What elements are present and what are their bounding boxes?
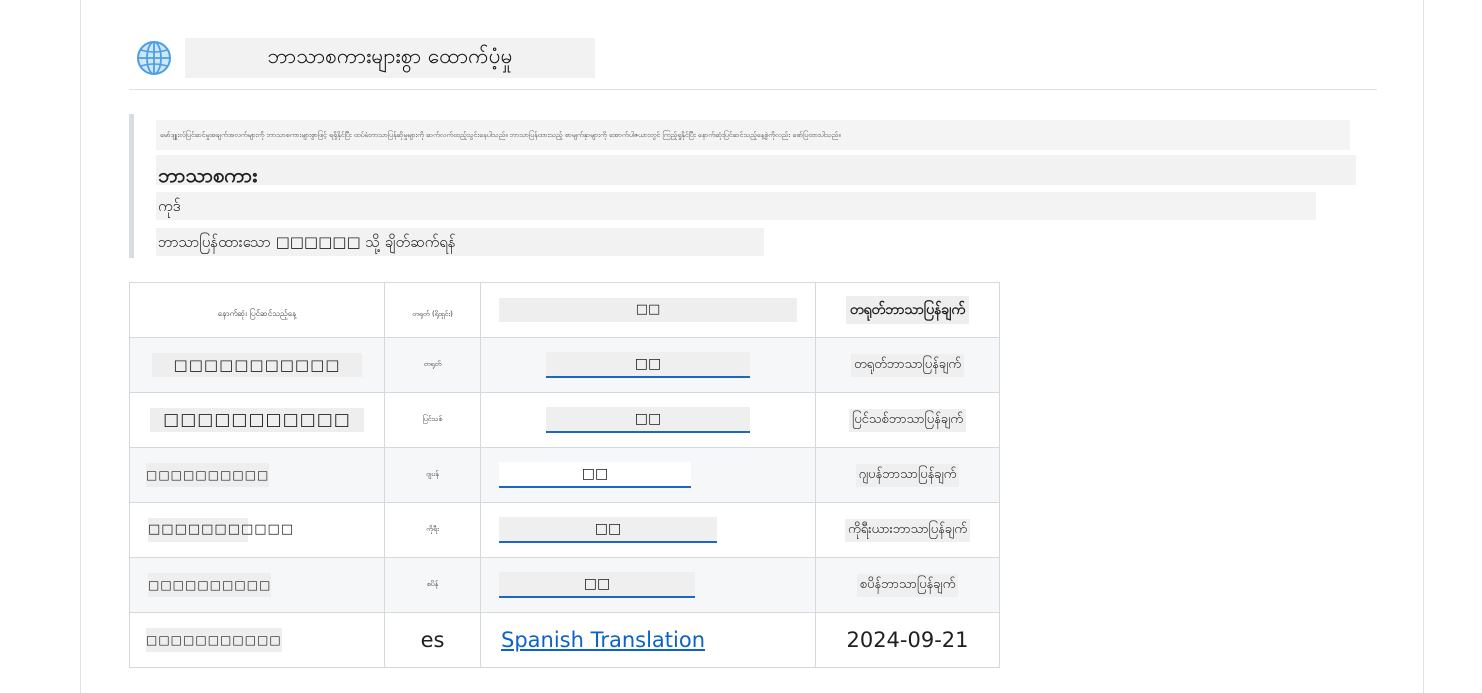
row-date: တရုတ်ဘာသာပြန်ချက် bbox=[851, 353, 964, 377]
row-language-name: □□□□□□□□□□□ bbox=[152, 353, 362, 377]
table-row: □□□□□□□□□□ စပိန် □□ စပိန်ဘာသာပြန်ချက် bbox=[129, 557, 1000, 613]
globe-icon bbox=[135, 39, 173, 77]
table-row: □□□□□□□□□□□ ကိုရီး □□ ကိုရီးယားဘာသာပြန်ခ… bbox=[129, 502, 1000, 558]
document-page: ဘာသာစကားများစွာ ထောက်ပံ့မှု မော်ဒျူးလ်ပြ… bbox=[80, 0, 1424, 693]
section-heading: ဘာသာစကားများစွာ ထောက်ပံ့မှု bbox=[135, 38, 595, 78]
info-note: မော်ဒျူးလ်ပြင်ဆင်မှုအချက်အလက်များကို ဘာသ… bbox=[129, 114, 1384, 258]
table-header-row: နောက်ဆုံး ပြင်ဆင်သည့်နေ့ တရုတ် (ရိုးရှင်… bbox=[129, 282, 1000, 338]
row-date: ပြင်သစ်ဘာသာပြန်ချက် bbox=[849, 408, 966, 432]
row-code: တရုတ် bbox=[423, 360, 442, 368]
row-date: စပိန်ဘာသာပြန်ချက် bbox=[856, 573, 959, 597]
note-language-label: ဘာသာစကား bbox=[156, 155, 1356, 187]
header-col-2: တရုတ် (ရိုးရှင်း) bbox=[412, 309, 453, 318]
row-translation-link[interactable]: □□ bbox=[499, 572, 695, 598]
note-intro-text: မော်ဒျူးလ်ပြင်ဆင်မှုအချက်အလက်များကို ဘာသ… bbox=[156, 120, 1350, 150]
row-language-name: □□□□□□□□□□□ bbox=[148, 518, 293, 542]
table-row: □□□□□□□□□□□ es Spanish Translation 2024-… bbox=[129, 612, 1000, 668]
row-translation-link[interactable]: □□ bbox=[546, 407, 750, 433]
row-date: 2024-09-21 bbox=[846, 628, 969, 652]
row-code: es bbox=[420, 628, 445, 652]
row-language-name: □□□□□□□□□□ bbox=[146, 463, 270, 487]
note-link-label: ဘာသာပြန်ထားသော □□□□□□ သို့ ချိတ်ဆက်ရန် bbox=[156, 228, 764, 256]
row-translation-link[interactable]: Spanish Translation bbox=[501, 628, 705, 652]
row-code: ကိုရီး bbox=[426, 525, 439, 533]
row-language-name: □□□□□□□□□□ bbox=[148, 573, 272, 597]
header-col-4: တရုတ်ဘာသာပြန်ချက် bbox=[845, 296, 970, 324]
row-date: ဂျပန်ဘာသာပြန်ချက် bbox=[855, 463, 960, 487]
header-col-3: □□ bbox=[499, 298, 797, 322]
table-row: □□□□□□□□□□□ ပြင်သစ် □□ ပြင်သစ်ဘာသာပြန်ချ… bbox=[129, 392, 1000, 448]
table-row: □□□□□□□□□□□ တရုတ် □□ တရုတ်ဘာသာပြန်ချက် bbox=[129, 337, 1000, 393]
page-title: ဘာသာစကားများစွာ ထောက်ပံ့မှု bbox=[185, 38, 595, 78]
row-translation-link[interactable]: □□ bbox=[499, 517, 717, 543]
translations-table: နောက်ဆုံး ပြင်ဆင်သည့်နေ့ တရုတ် (ရိုးရှင်… bbox=[129, 282, 1000, 668]
row-date: ကိုရီးယားဘာသာပြန်ချက် bbox=[845, 518, 970, 542]
header-col-1: နောက်ဆုံး ပြင်ဆင်သည့်နေ့ bbox=[217, 308, 297, 318]
row-code: စပိန် bbox=[426, 580, 439, 588]
table-row: □□□□□□□□□□ ဂျပန် □□ ဂျပန်ဘာသာပြန်ချက် bbox=[129, 447, 1000, 503]
row-code: ဂျပန် bbox=[426, 470, 439, 478]
row-code: ပြင်သစ် bbox=[422, 415, 443, 423]
row-language-name: □□□□□□□□□□□ bbox=[146, 628, 282, 652]
row-translation-link[interactable]: □□ bbox=[499, 462, 691, 488]
row-translation-link[interactable]: □□ bbox=[546, 352, 750, 378]
divider bbox=[129, 89, 1377, 90]
note-code-label: ကုဒ် bbox=[156, 192, 1316, 220]
row-language-name: □□□□□□□□□□□ bbox=[150, 408, 364, 432]
